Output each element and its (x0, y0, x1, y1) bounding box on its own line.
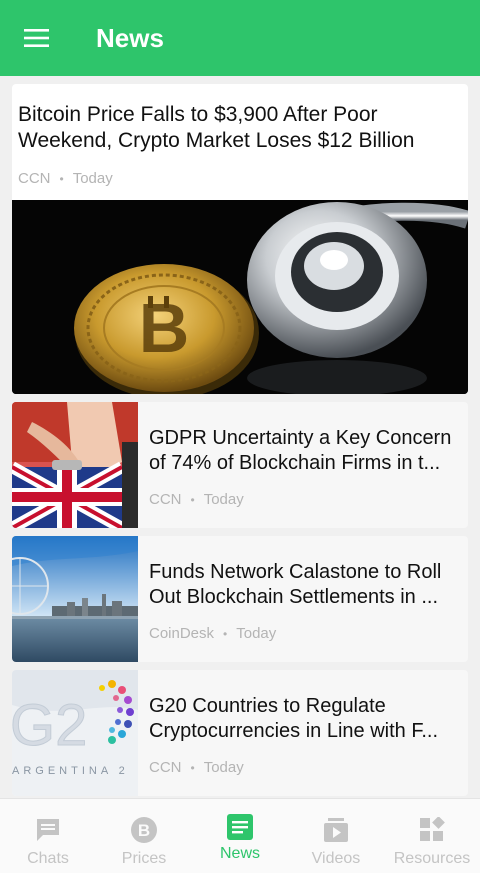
featured-article[interactable]: Bitcoin Price Falls to $3,900 After Poor… (12, 84, 468, 394)
article-meta: CCN • Today (149, 759, 244, 776)
article-card[interactable]: GDPR Uncertainty a Key Concern of 74% of… (12, 402, 468, 528)
argentina-text: ARGENTINA 2 (12, 765, 129, 777)
nav-item-chats[interactable]: Chats (0, 799, 96, 873)
nav-label: Prices (121, 850, 167, 867)
article-thumbnail: G2 ARGENTINA 2 (12, 670, 138, 796)
separator-dot: • (59, 171, 64, 186)
article-card[interactable]: G2 ARGENTINA 2 G20 Countries to Regulate… (12, 670, 468, 796)
article-source: CCN (18, 170, 51, 187)
featured-title-line-1: Bitcoin Price Falls to $3,900 After Poor (18, 103, 378, 126)
article-source: CCN (149, 759, 182, 776)
article-title-line-1: G20 Countries to Regulate (149, 695, 386, 717)
bitcoin-icon: B (130, 816, 158, 844)
article-title-line-1: GDPR Uncertainty a Key Concern (149, 427, 452, 449)
featured-article-title: Bitcoin Price Falls to $3,900 After Poor… (18, 102, 458, 154)
nav-item-news[interactable]: News (192, 799, 288, 873)
article-card[interactable]: Funds Network Calastone to Roll Out Bloc… (12, 536, 468, 662)
article-source: CoinDesk (149, 625, 215, 642)
nav-item-resources[interactable]: Resources (384, 799, 480, 873)
article-time: Today (203, 491, 244, 508)
nav-item-videos[interactable]: Videos (288, 799, 384, 873)
article-title: GDPR Uncertainty a Key Concern of 74% of… (149, 426, 461, 476)
article-thumbnail (12, 402, 138, 528)
article-title-line-1: Funds Network Calastone to Roll (149, 561, 442, 583)
separator-dot: • (190, 760, 195, 775)
bottom-navigation: Chats B Prices News Videos Resources (0, 798, 480, 873)
article-title-line-2: Out Blockchain Settlements in ... (149, 586, 439, 608)
article-source: CCN (149, 491, 182, 508)
separator-dot: • (190, 492, 195, 507)
article-title-line-2: of 74% of Blockchain Firms in t... (149, 452, 441, 474)
nav-label: Resources (393, 850, 471, 867)
nav-label: Videos (311, 850, 361, 867)
article-meta: CCN • Today (149, 491, 244, 508)
nav-item-prices[interactable]: B Prices (96, 799, 192, 873)
chat-icon (34, 816, 62, 844)
news-screen: News Bitcoin Price Falls to $3,900 After… (0, 0, 480, 873)
page-title: News (96, 22, 164, 53)
featured-title-line-2: Weekend, Crypto Market Loses $12 Billion (18, 129, 415, 152)
resources-icon (418, 816, 446, 844)
article-title: Funds Network Calastone to Roll Out Bloc… (149, 560, 461, 610)
menu-button[interactable] (0, 0, 74, 76)
article-meta: CoinDesk • Today (149, 625, 276, 642)
article-title-line-2: Cryptocurrencies in Line with F... (149, 720, 439, 742)
featured-article-meta: CCN • Today (18, 170, 113, 187)
svg-text:B: B (138, 821, 150, 840)
article-time: Today (72, 170, 113, 187)
featured-article-image: B (12, 200, 468, 394)
separator-dot: • (223, 626, 228, 641)
nav-label: Chats (27, 850, 69, 867)
article-time: Today (236, 625, 277, 642)
app-header: News (0, 0, 480, 76)
article-title: G20 Countries to Regulate Cryptocurrenci… (149, 694, 461, 744)
hamburger-icon (24, 28, 50, 48)
article-time: Today (203, 759, 244, 776)
g20-logo-text: G2 (12, 693, 87, 758)
article-thumbnail (12, 536, 138, 662)
news-feed[interactable]: Bitcoin Price Falls to $3,900 After Poor… (0, 76, 480, 798)
video-icon (322, 816, 350, 844)
news-icon (226, 813, 254, 841)
nav-label: News (219, 845, 260, 862)
